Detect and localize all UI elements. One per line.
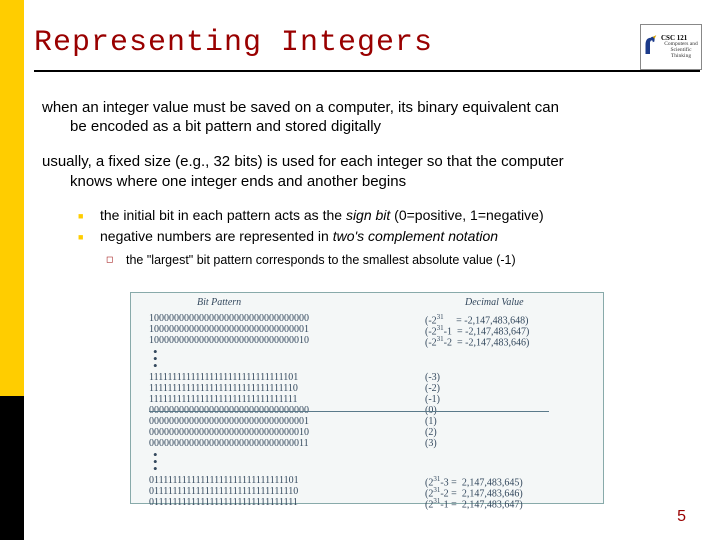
slide-title: Representing Integers	[34, 26, 636, 60]
mascot-icon	[641, 34, 659, 61]
course-subtitle: Computers and Scientific Thinking	[661, 42, 701, 59]
bullet-1-text-b: (0=positive, 1=negative)	[390, 207, 543, 223]
figure-value-cell: (1)	[425, 416, 437, 427]
figure-value-cell: (231-1 = 2,147,483,647)	[425, 497, 523, 510]
bullet-1: the initial bit in each pattern acts as …	[70, 207, 690, 225]
figure-value-cell: (-231-2 = -2,147,483,646)	[425, 335, 529, 348]
para-1: when an integer value must be saved on a…	[42, 98, 690, 136]
figure-bits-cell: 01111111111111111111111111111101	[149, 475, 299, 486]
bullet-2-text-a: negative numbers are represented in	[100, 228, 333, 244]
stripe-yellow	[0, 0, 24, 396]
figure-bits-cell: 00000000000000000000000000000011	[149, 438, 309, 449]
figure-bits-cell: 00000000000000000000000000000001	[149, 416, 309, 427]
figure-header-bits: Bit Pattern	[197, 297, 241, 308]
bullet-1-italic: sign bit	[346, 207, 390, 223]
figure-bits-cell: 11111111111111111111111111111101	[149, 372, 298, 383]
course-logo: CSC 121 Computers and Scientific Thinkin…	[640, 24, 702, 70]
figure-divider	[149, 411, 549, 412]
figure-bits-cell: 01111111111111111111111111111111	[149, 497, 298, 508]
figure-value-cell: (-3)	[425, 372, 440, 383]
figure-bits-cell: 10000000000000000000000000000010	[149, 335, 309, 346]
figure-ellipsis: •••	[153, 348, 158, 369]
bullet-2: negative numbers are represented in two'…	[70, 228, 690, 246]
para-1-line1: when an integer value must be saved on a…	[42, 99, 559, 116]
sub-bullet-1: the "largest" bit pattern corresponds to…	[100, 252, 690, 268]
para-1-line2: be encoded as a bit pattern and stored d…	[42, 117, 690, 136]
slide-body: when an integer value must be saved on a…	[42, 98, 690, 268]
bullet-list: the initial bit in each pattern acts as …	[70, 207, 690, 268]
bullet-1-text-a: the initial bit in each pattern acts as …	[100, 207, 346, 223]
page-number: 5	[677, 508, 686, 526]
figure-bits-cell: 10000000000000000000000000000000	[149, 313, 309, 324]
bullet-2-italic: two's complement notation	[333, 228, 498, 244]
figure-bits-cell: 01111111111111111111111111111110	[149, 486, 298, 497]
para-2-line2: knows where one integer ends and another…	[42, 172, 690, 191]
figure-bits-cell: 11111111111111111111111111111110	[149, 383, 298, 394]
slide: CSC 121 Computers and Scientific Thinkin…	[0, 0, 720, 540]
figure-bits-cell: 00000000000000000000000000000010	[149, 427, 309, 438]
para-2: usually, a fixed size (e.g., 32 bits) is…	[42, 152, 690, 190]
figure-ellipsis: •••	[153, 451, 158, 472]
figure-value-cell: (3)	[425, 438, 437, 449]
para-2-line1: usually, a fixed size (e.g., 32 bits) is…	[42, 153, 564, 170]
figure-header-decimal: Decimal Value	[465, 297, 524, 308]
figure-bits-cell: 11111111111111111111111111111111	[149, 394, 298, 405]
title-rule	[34, 70, 700, 72]
figure-bits-cell: 10000000000000000000000000000001	[149, 324, 309, 335]
figure-value-cell: (-2)	[425, 383, 440, 394]
figure-value-cell: (2)	[425, 427, 437, 438]
twos-complement-figure: Bit Pattern Decimal Value 10000000000000…	[130, 292, 604, 504]
figure-value-cell: (-1)	[425, 394, 440, 405]
